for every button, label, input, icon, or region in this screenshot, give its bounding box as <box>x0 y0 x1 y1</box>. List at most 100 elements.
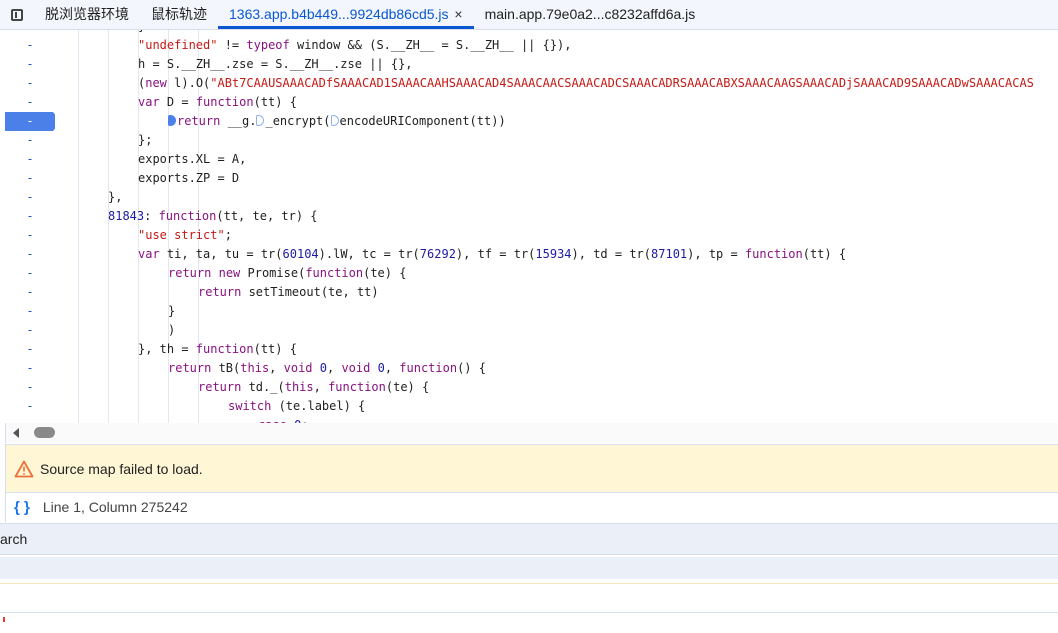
code-token: return <box>177 114 221 128</box>
line-number[interactable]: - <box>5 302 55 321</box>
code-token: return <box>168 266 212 280</box>
line-number[interactable]: - <box>5 264 55 283</box>
line-number[interactable]: - <box>5 169 55 188</box>
code-editor[interactable]: } - "undefined" != typeof window && (S.__Z… <box>0 30 1058 423</box>
code-line[interactable]: - var ti, ta, tu = tr(60104).lW, tc = tr(… <box>0 245 1058 264</box>
code-line[interactable]: - return tB(this, void 0, void 0, functio… <box>0 359 1058 378</box>
line-number[interactable]: - <box>5 74 55 93</box>
code-line[interactable]: -}; <box>0 131 1058 150</box>
code-token: var <box>138 95 160 109</box>
code-token: ), tp = <box>687 247 745 261</box>
code-token: , <box>327 361 342 375</box>
code-line[interactable]: - }, th = function(tt) { <box>0 340 1058 359</box>
line-number[interactable]: - <box>5 93 55 112</box>
code-token: function <box>328 380 386 394</box>
code-token: function <box>195 95 254 109</box>
code-line[interactable]: - switch (te.label) { <box>0 397 1058 416</box>
code-line[interactable]: - return new Promise(function(te) { <box>0 264 1058 283</box>
line-number[interactable]: - <box>5 283 55 302</box>
code-line-breakpoint[interactable]: - return __g. _encrypt(encodeURIComponent(… <box>0 112 1058 131</box>
code-line[interactable]: - return setTimeout(te, tt) <box>0 283 1058 302</box>
code-line[interactable]: -) <box>0 321 1058 340</box>
tab-mouse-track[interactable]: 鼠标轨迹 <box>140 0 218 29</box>
tab-browser-env[interactable]: 脱浏览器环境 <box>34 0 140 29</box>
code-token: 0 <box>319 361 327 375</box>
toggle-navigator-button[interactable] <box>0 0 34 29</box>
code-token: , <box>269 361 284 375</box>
code-token: exports.ZP = D <box>138 171 240 185</box>
code-text: ) <box>168 321 175 340</box>
code-token: new <box>145 76 167 90</box>
code-token: "use strict" <box>138 228 225 242</box>
inline-breakpoint-icon[interactable] <box>168 115 176 126</box>
code-token: function <box>195 342 254 356</box>
code-line[interactable]: - exports.XL = A, <box>0 150 1058 169</box>
code-text: return tB(this, void 0, void 0, function… <box>168 359 486 378</box>
horizontal-scrollbar[interactable] <box>5 423 1058 443</box>
code-text: switch (te.label) { <box>228 397 365 416</box>
line-number[interactable]: - <box>5 188 55 207</box>
code-token: , <box>313 380 329 394</box>
inline-breakpoint-icon[interactable] <box>330 115 339 126</box>
code-line[interactable]: - (new l).O("ABt7CAAUSAAACADfSAAACAD1SAAA… <box>0 74 1058 93</box>
search-input-row[interactable] <box>0 583 1058 613</box>
code-token: tB( <box>211 361 241 375</box>
line-number[interactable]: - <box>5 378 55 397</box>
code-token: (te) { <box>363 266 407 280</box>
code-text: }, <box>108 188 122 207</box>
line-number[interactable]: - <box>5 207 55 226</box>
error-marker <box>3 617 5 622</box>
line-number[interactable]: - <box>5 55 55 74</box>
tab-app-js[interactable]: 1363.app.b4b449...9924db86cd5.js × <box>218 0 474 29</box>
code-text: exports.ZP = D <box>138 169 239 188</box>
code-token: (tt) { <box>253 342 297 356</box>
code-text: "undefined" != typeof window && (S.__ZH_… <box>138 36 572 55</box>
code-line[interactable]: - exports.ZP = D <box>0 169 1058 188</box>
code-token: l).O( <box>166 76 211 90</box>
code-line[interactable]: - return td._(this, function(te) { <box>0 378 1058 397</box>
code-line[interactable]: - 81843: function(tt, te, tr) { <box>0 207 1058 226</box>
code-token: h = S.__ZH__.zse = S.__ZH__.zse || {}, <box>138 57 413 71</box>
code-text: }; <box>138 131 152 150</box>
breakpoint-marker[interactable]: - <box>5 112 55 131</box>
close-tab-icon[interactable]: × <box>454 6 462 22</box>
line-number[interactable]: - <box>5 416 55 423</box>
search-panel-header[interactable]: arch <box>0 523 1058 555</box>
code-token: } <box>168 304 176 318</box>
code-token: 87101 <box>651 247 688 261</box>
line-number[interactable]: - <box>5 340 55 359</box>
line-number[interactable]: - <box>5 359 55 378</box>
code-line[interactable]: - var D = function(tt) { <box>0 93 1058 112</box>
code-line[interactable]: - "undefined" != typeof window && (S.__ZH… <box>0 36 1058 55</box>
pretty-print-icon[interactable]: { } <box>14 499 30 516</box>
line-number[interactable]: - <box>5 226 55 245</box>
warning-text: Source map failed to load. <box>40 460 203 477</box>
code-line[interactable]: -}, <box>0 188 1058 207</box>
code-token: _encrypt( <box>265 114 331 128</box>
code-line[interactable]: - "use strict"; <box>0 226 1058 245</box>
code-token: window && (S.__ZH__ = S.__ZH__ || {}), <box>289 38 572 52</box>
editor-tab-bar: 脱浏览器环境 鼠标轨迹 1363.app.b4b449...9924db86cd… <box>0 0 1058 30</box>
code-line[interactable]: - case 0: <box>0 416 1058 423</box>
scroll-left-icon[interactable] <box>13 428 19 438</box>
line-number[interactable]: - <box>5 150 55 169</box>
line-number[interactable]: - <box>5 397 55 416</box>
code-token: : <box>144 209 159 223</box>
code-text: exports.XL = A, <box>138 150 246 169</box>
code-text: var ti, ta, tu = tr(60104).lW, tc = tr(7… <box>138 245 846 264</box>
line-number[interactable]: - <box>5 36 55 55</box>
line-number[interactable]: - <box>5 321 55 340</box>
tab-main-js[interactable]: main.app.79e0a2...c8232affd6a.js <box>474 0 707 29</box>
code-token: ; <box>224 228 232 242</box>
code-line[interactable]: - h = S.__ZH__.zse = S.__ZH__.zse || {}, <box>0 55 1058 74</box>
line-number[interactable]: - <box>5 245 55 264</box>
status-bar: { } Line 1, Column 275242 <box>5 492 1058 522</box>
code-token: }, th = <box>138 342 196 356</box>
tab-label: 1363.app.b4b449...9924db86cd5.js <box>229 6 449 22</box>
code-line[interactable]: -} <box>0 302 1058 321</box>
code-token: function <box>744 247 803 261</box>
line-number[interactable]: - <box>5 131 55 150</box>
scrollbar-thumb[interactable] <box>34 427 55 438</box>
inline-breakpoint-icon[interactable] <box>256 115 265 126</box>
